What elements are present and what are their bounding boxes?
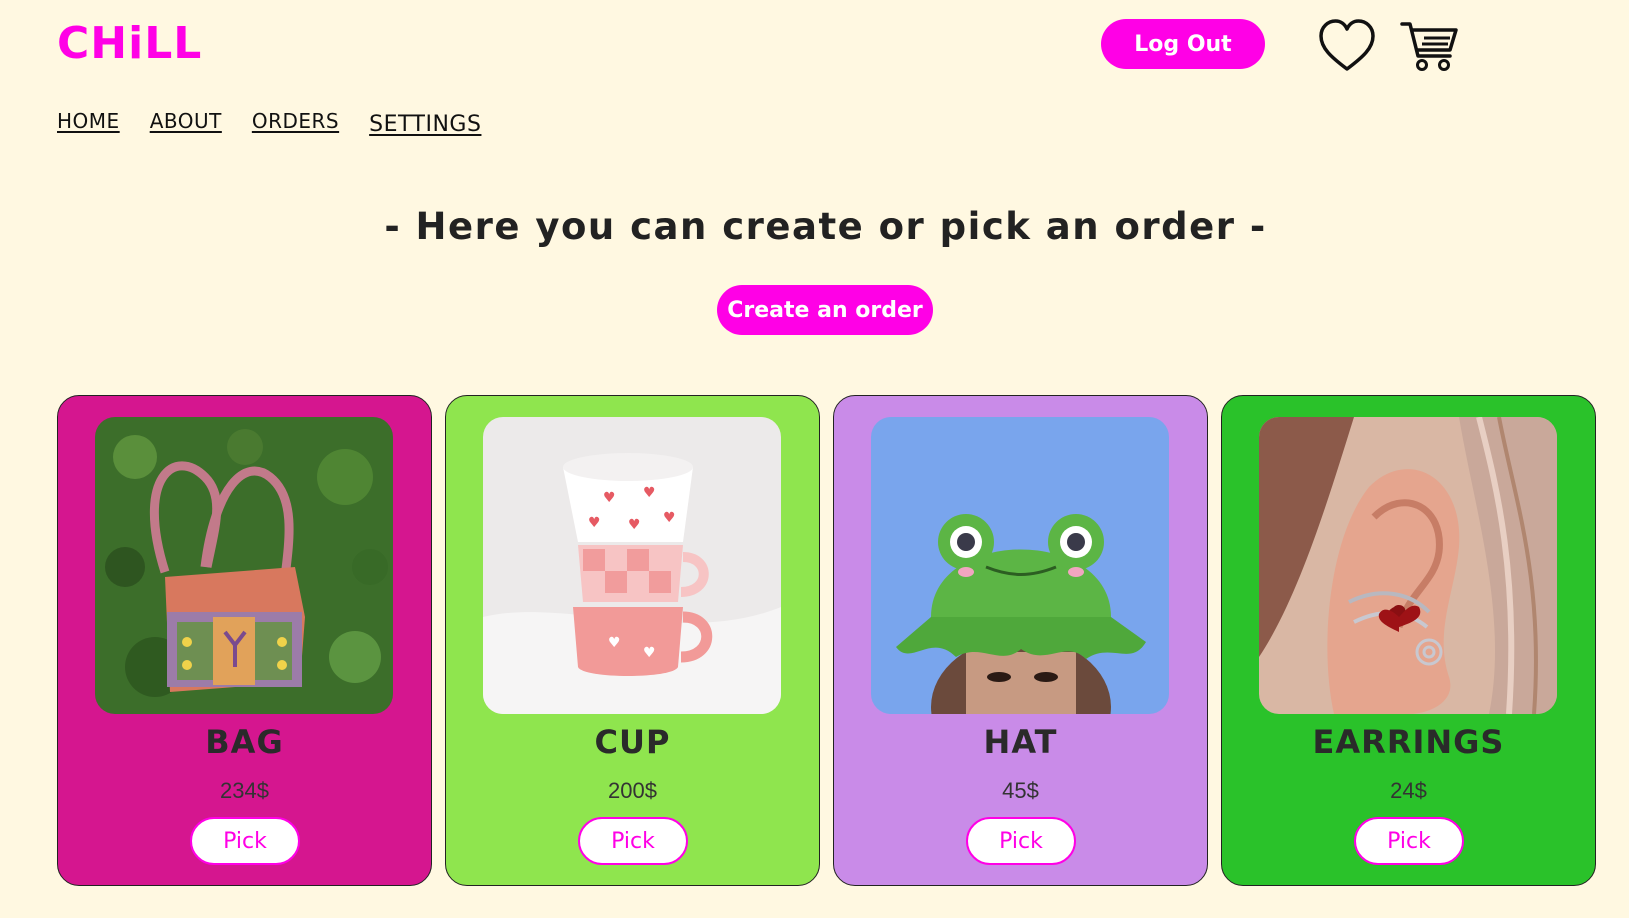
svg-text:♥: ♥ (643, 485, 656, 501)
product-title: CUP (594, 723, 671, 761)
product-title: BAG (205, 723, 284, 761)
earrings-image (1259, 417, 1557, 714)
main-nav: HOME ABOUT ORDERS SETTINGS (57, 109, 481, 137)
page-headline: - Here you can create or pick an order - (384, 205, 1267, 248)
svg-text:♥: ♥ (603, 490, 616, 506)
product-title: EARRINGS (1312, 723, 1505, 761)
svg-text:♥: ♥ (628, 517, 641, 533)
hat-image (871, 417, 1169, 714)
product-price: 234$ (220, 778, 269, 803)
bag-image (95, 417, 393, 714)
cup-image: ♥ ♥ ♥ ♥ ♥ ♥ ♥ (483, 417, 781, 714)
svg-text:♥: ♥ (663, 510, 676, 526)
cart-icon[interactable] (1400, 18, 1460, 74)
pick-button[interactable]: Pick (578, 817, 688, 865)
svg-text:♥: ♥ (588, 515, 601, 531)
product-card-cup[interactable]: ♥ ♥ ♥ ♥ ♥ ♥ ♥ CUP 200$ Pick (445, 395, 820, 886)
product-card-bag[interactable]: BAG 234$ Pick (57, 395, 432, 886)
logout-button[interactable]: Log Out (1101, 19, 1265, 69)
nav-home[interactable]: HOME (57, 109, 120, 137)
logo[interactable]: CHiLL (57, 18, 202, 69)
nav-about[interactable]: ABOUT (150, 109, 222, 137)
nav-orders[interactable]: ORDERS (252, 109, 339, 137)
product-title: HAT (983, 723, 1058, 761)
svg-text:♥: ♥ (643, 645, 656, 661)
pick-button[interactable]: Pick (1354, 817, 1464, 865)
pick-button[interactable]: Pick (190, 817, 300, 865)
product-price: 200$ (608, 778, 657, 803)
nav-settings[interactable]: SETTINGS (369, 112, 481, 137)
heart-icon[interactable] (1317, 18, 1377, 74)
product-card-earrings[interactable]: EARRINGS 24$ Pick (1221, 395, 1596, 886)
product-cards: BAG 234$ Pick ♥ ♥ ♥ ♥ ♥ ♥ ♥ CUP 200$ Pic… (57, 395, 1596, 886)
pick-button[interactable]: Pick (966, 817, 1076, 865)
product-price: 45$ (1002, 778, 1039, 803)
product-card-hat[interactable]: HAT 45$ Pick (833, 395, 1208, 886)
product-price: 24$ (1390, 778, 1427, 803)
create-order-button[interactable]: Create an order (717, 285, 933, 335)
svg-text:♥: ♥ (608, 635, 621, 651)
